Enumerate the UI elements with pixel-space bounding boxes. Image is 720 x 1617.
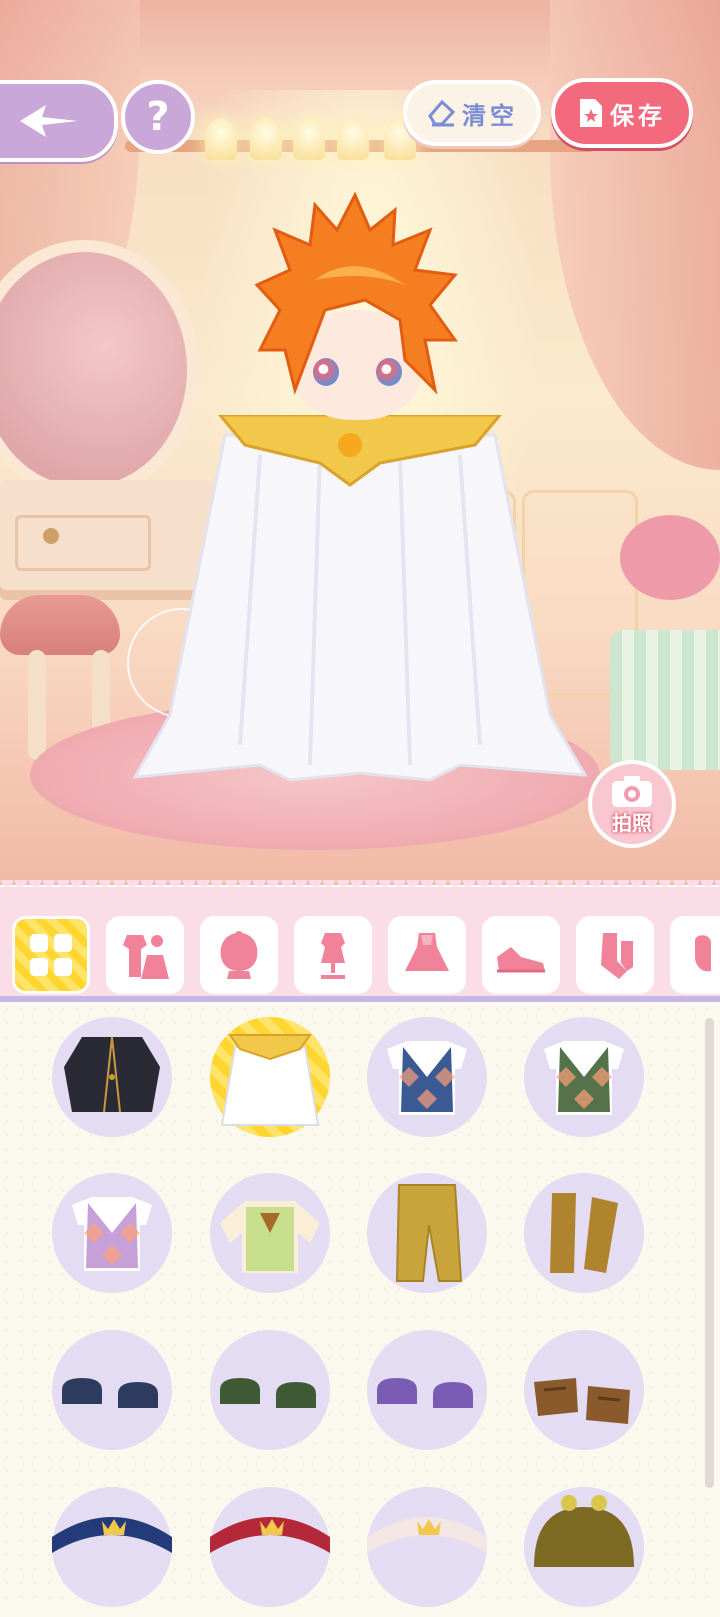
item-blue-argyle-vest[interactable]	[367, 1017, 487, 1137]
scallop-border	[0, 880, 720, 894]
accessory-icon	[695, 935, 711, 972]
green-argyle-vest-icon	[544, 1041, 624, 1115]
item-purple-slippers[interactable]	[367, 1330, 487, 1450]
ceiling-lamp	[205, 118, 237, 160]
item-black-jacket[interactable]	[52, 1017, 172, 1137]
save-file-icon	[580, 99, 602, 127]
gift-box	[610, 630, 720, 770]
category-tab-socks[interactable]	[576, 916, 654, 994]
category-tab-dress[interactable]	[388, 916, 466, 994]
item-white-crown-headband[interactable]	[367, 1487, 487, 1607]
purple-slippers-icon	[377, 1378, 473, 1408]
clear-label: 清空	[462, 101, 518, 130]
top-icon	[321, 933, 345, 979]
category-tab-shoes[interactable]	[482, 916, 560, 994]
category-tab-all[interactable]	[12, 916, 90, 994]
black-jacket-icon	[64, 1036, 160, 1113]
back-arrow-icon	[20, 105, 78, 137]
stool	[0, 595, 120, 655]
photo-button[interactable]: 拍照	[588, 760, 676, 848]
white-gold-cape-icon	[220, 1034, 320, 1126]
socks-icon	[601, 933, 633, 979]
item-olive-frog-hat[interactable]	[524, 1487, 644, 1607]
item-white-gold-cape[interactable]	[210, 1017, 330, 1137]
mustard-pants-icon	[395, 1184, 463, 1282]
help-button[interactable]: ?	[121, 80, 195, 154]
item-mustard-boots[interactable]	[524, 1173, 644, 1293]
outfit-set-icon	[123, 935, 169, 979]
hair-icon	[220, 931, 258, 979]
category-tab-outfit-set[interactable]	[106, 916, 184, 994]
stool-leg	[28, 650, 46, 760]
item-green-plaid-shirt[interactable]	[210, 1173, 330, 1293]
flame-hair	[255, 191, 458, 396]
grid-icon	[30, 934, 72, 976]
category-tab-hair[interactable]	[200, 916, 278, 994]
item-green-slippers[interactable]	[210, 1330, 330, 1450]
white-crown-headband-icon	[367, 1517, 487, 1553]
camera-icon	[612, 775, 652, 807]
grid-scrollbar[interactable]	[705, 1018, 714, 1488]
red-crown-headband-icon	[210, 1517, 330, 1553]
navy-crown-headband-icon	[52, 1517, 172, 1553]
help-label: ?	[146, 94, 170, 140]
item-brown-loafers[interactable]	[524, 1330, 644, 1450]
save-label: 保存	[610, 101, 666, 130]
ceiling-lamp	[293, 118, 325, 160]
item-navy-slippers[interactable]	[52, 1330, 172, 1450]
blue-argyle-vest-icon	[387, 1041, 467, 1115]
avatar-character[interactable]	[130, 190, 590, 790]
item-green-argyle-vest[interactable]	[524, 1017, 644, 1137]
shoes-icon	[497, 947, 545, 973]
green-slippers-icon	[220, 1378, 316, 1408]
ceiling-lamp	[337, 118, 369, 160]
brown-loafers-icon	[534, 1378, 630, 1424]
clear-button[interactable]: 清空	[403, 80, 541, 146]
plush-toy	[620, 515, 720, 600]
green-plaid-shirt-icon	[220, 1201, 320, 1273]
item-navy-crown-headband[interactable]	[52, 1487, 172, 1607]
category-tab-top[interactable]	[294, 916, 372, 994]
white-cape	[132, 415, 588, 782]
photo-label: 拍照	[612, 810, 652, 835]
pink-argyle-vest-icon	[72, 1197, 152, 1271]
mustard-boots-icon	[550, 1193, 618, 1273]
ceiling-lamp	[250, 118, 282, 160]
save-button[interactable]: 保存	[551, 78, 693, 148]
dress-icon	[405, 933, 449, 971]
item-red-crown-headband[interactable]	[210, 1487, 330, 1607]
back-button[interactable]	[0, 80, 118, 162]
navy-slippers-icon	[62, 1378, 158, 1408]
eraser-icon	[428, 99, 456, 127]
category-tab-accessory[interactable]	[670, 916, 720, 994]
item-pink-argyle-vest[interactable]	[52, 1173, 172, 1293]
olive-frog-hat-icon	[534, 1495, 634, 1567]
drawer-knob	[43, 528, 59, 544]
item-mustard-pants[interactable]	[367, 1173, 487, 1293]
dressing-room-scene: ? 清空 保存 拍照	[0, 0, 720, 885]
